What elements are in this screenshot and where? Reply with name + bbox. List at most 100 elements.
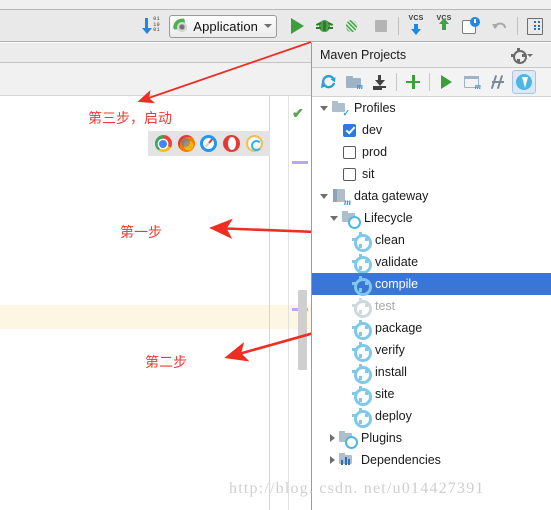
internet-explorer-icon[interactable] bbox=[246, 135, 264, 152]
maven-tree-row[interactable]: ✓ Profiles bbox=[312, 97, 551, 119]
maven-tree-row[interactable]: Dependencies bbox=[312, 449, 551, 471]
add-maven-project-button[interactable] bbox=[401, 70, 425, 94]
plus-icon bbox=[405, 74, 421, 90]
run-configuration-selector[interactable]: Application bbox=[169, 14, 277, 38]
annotation-step2: 第二步 bbox=[145, 355, 187, 371]
maven-tree-row-label: Plugins bbox=[361, 431, 402, 445]
editor-change-marker bbox=[292, 161, 308, 164]
maven-tree-row[interactable]: dev bbox=[312, 119, 551, 141]
maven-module-icon: m bbox=[332, 188, 351, 207]
profile-checkbox[interactable] bbox=[343, 167, 356, 181]
tree-expander-closed-icon[interactable] bbox=[330, 434, 335, 442]
play-icon bbox=[290, 18, 304, 34]
gear-goal-icon bbox=[352, 275, 372, 296]
settings-gear-icon[interactable] bbox=[511, 48, 533, 64]
goal-icon bbox=[352, 275, 372, 296]
maven-tree-row[interactable]: test bbox=[312, 295, 551, 318]
maven-tree-row-label: verify bbox=[375, 343, 405, 357]
toggle-offline-mode-button[interactable] bbox=[512, 70, 536, 94]
generate-sources-button[interactable]: m bbox=[342, 70, 366, 94]
maven-tree-row[interactable]: site bbox=[312, 383, 551, 406]
hide-panel-icon[interactable] bbox=[536, 49, 548, 61]
editor-scrollbar-thumb[interactable] bbox=[298, 290, 307, 370]
annotation-step1: 第一步 bbox=[120, 225, 162, 241]
play-icon bbox=[440, 75, 452, 89]
gear-goal-icon bbox=[352, 407, 372, 428]
gear-goal-icon bbox=[352, 231, 372, 252]
binary-download-icon[interactable]: 01 10 01 bbox=[141, 12, 169, 40]
bolt-icon bbox=[516, 74, 532, 90]
chrome-icon[interactable] bbox=[154, 135, 172, 152]
goal-icon bbox=[352, 231, 372, 252]
open-in-browser-popup[interactable] bbox=[148, 131, 270, 156]
tree-expander-open-icon[interactable] bbox=[320, 105, 328, 111]
project-structure-button[interactable] bbox=[521, 12, 549, 40]
gear-goal-icon bbox=[352, 297, 372, 318]
maven-tree-row-label: Lifecycle bbox=[364, 211, 413, 225]
editor-tab-strip[interactable] bbox=[0, 43, 311, 63]
maven-tree-row[interactable]: sit bbox=[312, 163, 551, 185]
tree-expander-closed-icon[interactable] bbox=[330, 456, 335, 464]
debug-button[interactable] bbox=[311, 12, 339, 40]
stop-button[interactable] bbox=[367, 12, 395, 40]
download-icon bbox=[372, 74, 388, 90]
profile-checkbox[interactable] bbox=[343, 145, 356, 159]
tree-indent-spacer bbox=[330, 152, 339, 153]
maven-projects-panel: Maven Projects m m ✓ Profiles dev prod s… bbox=[311, 43, 551, 510]
skip-tests-icon bbox=[490, 75, 506, 89]
download-sources-button[interactable] bbox=[368, 70, 392, 94]
maven-tree-row[interactable]: prod bbox=[312, 141, 551, 163]
profiles-folder-icon: ✓ bbox=[332, 100, 350, 118]
maven-tree-row-label: validate bbox=[375, 255, 419, 269]
goal-icon bbox=[352, 319, 372, 340]
code-editor[interactable] bbox=[0, 96, 311, 510]
run-maven-build-button[interactable] bbox=[434, 70, 458, 94]
tree-indent-spacer bbox=[340, 372, 349, 373]
goal-icon bbox=[352, 341, 372, 362]
safari-icon[interactable] bbox=[200, 135, 218, 152]
maven-tree-row[interactable]: deploy bbox=[312, 405, 551, 428]
maven-tree-row[interactable]: compile bbox=[312, 273, 551, 296]
arrow-up-icon bbox=[439, 18, 449, 30]
maven-panel-title: Maven Projects bbox=[320, 48, 407, 62]
maven-tree-row-label: deploy bbox=[375, 409, 412, 423]
reimport-all-maven-projects-button[interactable] bbox=[316, 70, 340, 94]
local-history-button[interactable] bbox=[458, 12, 486, 40]
profile-checkbox[interactable] bbox=[343, 123, 356, 137]
stop-icon bbox=[375, 20, 387, 32]
run-button[interactable] bbox=[283, 12, 311, 40]
vcs-update-button[interactable]: VCS bbox=[402, 12, 430, 40]
toolbar-divider bbox=[398, 17, 399, 35]
maven-tree-row[interactable]: validate bbox=[312, 251, 551, 274]
goal-icon bbox=[352, 385, 372, 406]
goal-icon bbox=[352, 407, 372, 428]
maven-tree-row[interactable]: package bbox=[312, 317, 551, 340]
tree-expander-open-icon[interactable] bbox=[330, 215, 338, 221]
run-with-coverage-button[interactable] bbox=[339, 12, 367, 40]
maven-tree-row[interactable]: Plugins bbox=[312, 427, 551, 449]
bug-icon bbox=[315, 18, 334, 34]
editor-highlighted-line bbox=[0, 305, 311, 329]
window-top-strip bbox=[0, 0, 551, 10]
toolbar-divider bbox=[517, 17, 518, 35]
tree-indent-spacer bbox=[340, 328, 349, 329]
maven-tree-row-label: install bbox=[375, 365, 407, 379]
undo-button[interactable] bbox=[486, 12, 514, 40]
vcs-commit-button[interactable]: VCS bbox=[430, 12, 458, 40]
maven-tree-row[interactable]: verify bbox=[312, 339, 551, 362]
firefox-icon[interactable] bbox=[177, 135, 195, 152]
maven-tree-row[interactable]: Lifecycle bbox=[312, 207, 551, 229]
app-window: 01 10 01 Application VCS ✔ 第三步，启动 第一步 第二… bbox=[0, 0, 551, 510]
maven-tree-row[interactable]: clean bbox=[312, 229, 551, 252]
execute-maven-goal-button[interactable]: m bbox=[460, 70, 484, 94]
maven-tree-row-label: sit bbox=[362, 167, 375, 181]
tree-expander-open-icon[interactable] bbox=[320, 193, 328, 199]
maven-projects-tree[interactable]: ✓ Profiles dev prod sit m data gateway Lifecycl… bbox=[312, 97, 551, 510]
coverage-bug-icon bbox=[344, 18, 362, 34]
tree-indent-spacer bbox=[340, 284, 349, 285]
maven-tree-row[interactable]: m data gateway bbox=[312, 185, 551, 207]
opera-icon[interactable] bbox=[223, 135, 241, 152]
annotation-step3: 第三步，启动 bbox=[88, 111, 172, 127]
toggle-skip-tests-button[interactable] bbox=[486, 70, 510, 94]
maven-tree-row[interactable]: install bbox=[312, 361, 551, 384]
